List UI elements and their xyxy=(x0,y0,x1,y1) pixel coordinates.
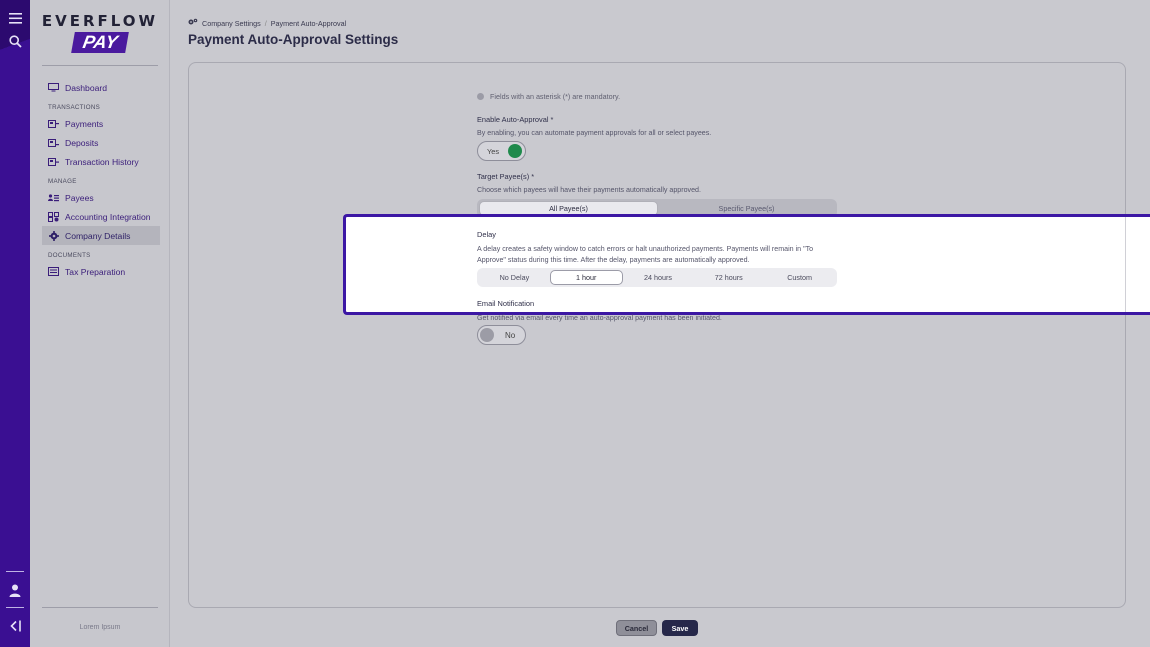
email-notification-toggle[interactable]: No xyxy=(477,325,526,345)
sidebar-item-dashboard[interactable]: Dashboard xyxy=(42,78,160,97)
enable-auto-approval-help: By enabling, you can automate payment ap… xyxy=(477,129,712,137)
target-payees-label: Target Payee(s) * xyxy=(477,172,535,181)
sidebar-item-tax-preparation[interactable]: Tax Preparation xyxy=(42,262,160,281)
sidebar-footer[interactable]: Lorem Ipsum xyxy=(30,624,170,631)
save-button[interactable]: Save xyxy=(662,620,698,636)
mandatory-note-text: Fields with an asterisk (*) are mandator… xyxy=(490,92,621,101)
delay-option-24-hours[interactable]: 24 hours xyxy=(623,270,694,285)
toggle-knob xyxy=(480,328,494,342)
monitor-icon xyxy=(48,83,59,92)
sidebar-item-deposits[interactable]: Deposits xyxy=(42,133,160,152)
cancel-button[interactable]: Cancel xyxy=(616,620,657,636)
delay-option-72-hours[interactable]: 72 hours xyxy=(693,270,764,285)
brand-sub: PAY xyxy=(70,32,130,53)
delay-option-no-delay[interactable]: No Delay xyxy=(479,270,550,285)
target-payees-help: Choose which payees will have their paym… xyxy=(477,186,701,194)
toggle-state-label: No xyxy=(505,331,516,340)
rail-divider xyxy=(6,571,24,572)
sidebar-divider xyxy=(42,607,158,608)
integration-icon xyxy=(48,211,59,222)
delay-option-1-hour[interactable]: 1 hour xyxy=(549,270,623,285)
breadcrumb: Company Settings / Payment Auto-Approval xyxy=(188,18,346,28)
gear-icon xyxy=(48,230,59,241)
email-notification-label: Email Notification xyxy=(477,299,535,308)
toggle-knob xyxy=(508,144,522,158)
info-dot-icon xyxy=(477,93,484,100)
payees-icon xyxy=(48,193,59,202)
settings-gears-icon xyxy=(188,18,198,28)
nav-section-transactions: TRANSACTIONS xyxy=(48,104,101,111)
enable-auto-approval-toggle[interactable]: Yes xyxy=(477,141,526,161)
sidebar-nav: Dashboard TRANSACTIONS Payments Deposits… xyxy=(42,78,160,281)
sidebar-item-label: Dashboard xyxy=(65,82,108,93)
brand-word: EVERFLOW xyxy=(41,12,159,30)
deposits-icon xyxy=(48,138,59,147)
sidebar-item-transaction-history[interactable]: Transaction History xyxy=(42,152,160,171)
tax-icon xyxy=(48,267,59,276)
search-icon[interactable] xyxy=(5,31,25,51)
sidebar-item-label: Tax Preparation xyxy=(65,266,126,277)
nav-section-documents: DOCUMENTS xyxy=(48,252,91,259)
menu-icon[interactable] xyxy=(5,8,25,28)
user-icon[interactable] xyxy=(5,580,25,600)
delay-help: A delay creates a safety window to catch… xyxy=(477,244,837,266)
breadcrumb-current: Payment Auto-Approval xyxy=(270,18,347,28)
sidebar-item-label: Accounting Integration xyxy=(65,211,151,222)
brand-logo[interactable]: EVERFLOW PAY xyxy=(30,12,170,53)
sidebar-item-label: Transaction History xyxy=(65,156,139,167)
history-icon xyxy=(48,157,59,166)
mandatory-note: Fields with an asterisk (*) are mandator… xyxy=(477,92,620,101)
rail-divider xyxy=(6,607,24,608)
enable-auto-approval-label: Enable Auto-Approval * xyxy=(477,115,554,124)
payments-icon xyxy=(48,119,59,128)
sidebar-item-label: Company Details xyxy=(65,230,131,241)
left-rail xyxy=(0,0,30,647)
sidebar-item-label: Payments xyxy=(65,118,104,129)
sidebar-item-label: Deposits xyxy=(65,137,99,148)
page-title: Payment Auto-Approval Settings xyxy=(188,32,399,47)
nav-section-manage: MANAGE xyxy=(48,178,77,185)
delay-help-line-2: Approve" status during this time. After … xyxy=(477,256,750,264)
delay-label: Delay xyxy=(477,230,496,239)
sidebar: EVERFLOW PAY Dashboard TRANSACTIONS Paym… xyxy=(30,0,170,647)
delay-segmented: No Delay 1 hour 24 hours 72 hours Custom xyxy=(477,268,837,287)
toggle-state-label: Yes xyxy=(487,147,500,156)
delay-help-line-1: A delay creates a safety window to catch… xyxy=(477,245,814,253)
sidebar-divider xyxy=(42,65,158,66)
sidebar-item-label: Payees xyxy=(65,192,94,203)
sidebar-item-accounting-integration[interactable]: Accounting Integration xyxy=(42,207,160,226)
settings-card xyxy=(188,62,1126,608)
sidebar-item-company-details[interactable]: Company Details xyxy=(42,226,160,245)
collapse-icon[interactable] xyxy=(5,616,25,636)
email-notification-help: Get notified via email every time an aut… xyxy=(477,314,722,322)
breadcrumb-parent[interactable]: Company Settings xyxy=(202,19,261,28)
sidebar-item-payments[interactable]: Payments xyxy=(42,114,160,133)
delay-option-custom[interactable]: Custom xyxy=(764,270,835,285)
breadcrumb-separator: / xyxy=(264,18,267,28)
card-edge-line xyxy=(1125,217,1126,312)
sidebar-item-payees[interactable]: Payees xyxy=(42,188,160,207)
